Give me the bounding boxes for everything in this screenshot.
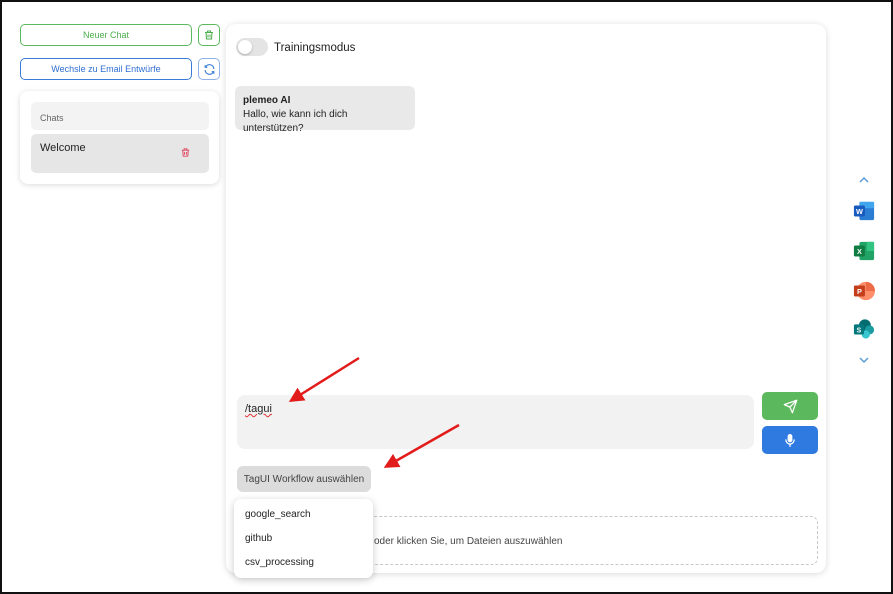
svg-text:S: S — [857, 327, 862, 334]
trash-icon — [181, 148, 190, 157]
chats-panel: Chats Welcome — [20, 91, 219, 184]
refresh-icon — [204, 63, 214, 75]
refresh-button[interactable] — [198, 58, 220, 80]
new-chat-button[interactable]: Neuer Chat — [20, 24, 192, 46]
workflow-dropdown: google_search github csv_processing — [234, 499, 373, 578]
chat-item-label: Welcome — [40, 142, 86, 154]
delete-all-chats-button[interactable] — [198, 24, 220, 46]
chat-panel: Trainingsmodus plemeo AI Hallo, wie kann… — [226, 24, 826, 573]
excel-icon[interactable]: X — [853, 240, 875, 262]
tagui-workflow-button[interactable]: TagUI Workflow auswählen — [237, 466, 371, 492]
message-input[interactable]: /tagui — [237, 395, 754, 449]
microphone-icon — [785, 433, 795, 447]
message-sender: plemeo AI — [243, 95, 291, 106]
svg-text:P: P — [857, 287, 862, 296]
chevron-down-icon[interactable] — [858, 355, 870, 365]
screenshot-frame: Neuer Chat Wechsle zu Email Entwürfe Cha… — [0, 0, 893, 594]
delete-chat-button[interactable] — [180, 147, 191, 161]
svg-text:X: X — [857, 247, 862, 256]
chats-header: Chats — [31, 102, 209, 130]
training-mode-label: Trainingsmodus — [274, 42, 356, 54]
toggle-knob — [238, 40, 252, 54]
send-icon — [783, 399, 797, 413]
powerpoint-icon[interactable]: P — [853, 280, 875, 302]
trash-icon — [205, 30, 213, 40]
chevron-up-icon[interactable] — [858, 175, 870, 185]
switch-to-email-drafts-button[interactable]: Wechsle zu Email Entwürfe — [20, 58, 192, 80]
message-input-value: /tagui — [245, 403, 272, 415]
workflow-option-github[interactable]: github — [245, 533, 272, 544]
send-button[interactable] — [762, 392, 818, 420]
dropzone-text: oder klicken Sie, um Dateien auszuwählen — [374, 536, 563, 547]
training-mode-toggle[interactable] — [236, 38, 268, 56]
workflow-option-google-search[interactable]: google_search — [245, 509, 311, 520]
message-text: Hallo, wie kann ich dich unterstützen? — [243, 109, 348, 134]
message-bubble: plemeo AI Hallo, wie kann ich dich unter… — [235, 86, 415, 134]
sharepoint-icon[interactable]: S — [853, 318, 875, 340]
microphone-button[interactable] — [762, 426, 818, 454]
workflow-option-csv-processing[interactable]: csv_processing — [245, 557, 314, 568]
chat-item-welcome[interactable]: Welcome — [31, 134, 209, 173]
word-icon[interactable]: W — [853, 200, 875, 222]
svg-text:W: W — [856, 207, 863, 216]
